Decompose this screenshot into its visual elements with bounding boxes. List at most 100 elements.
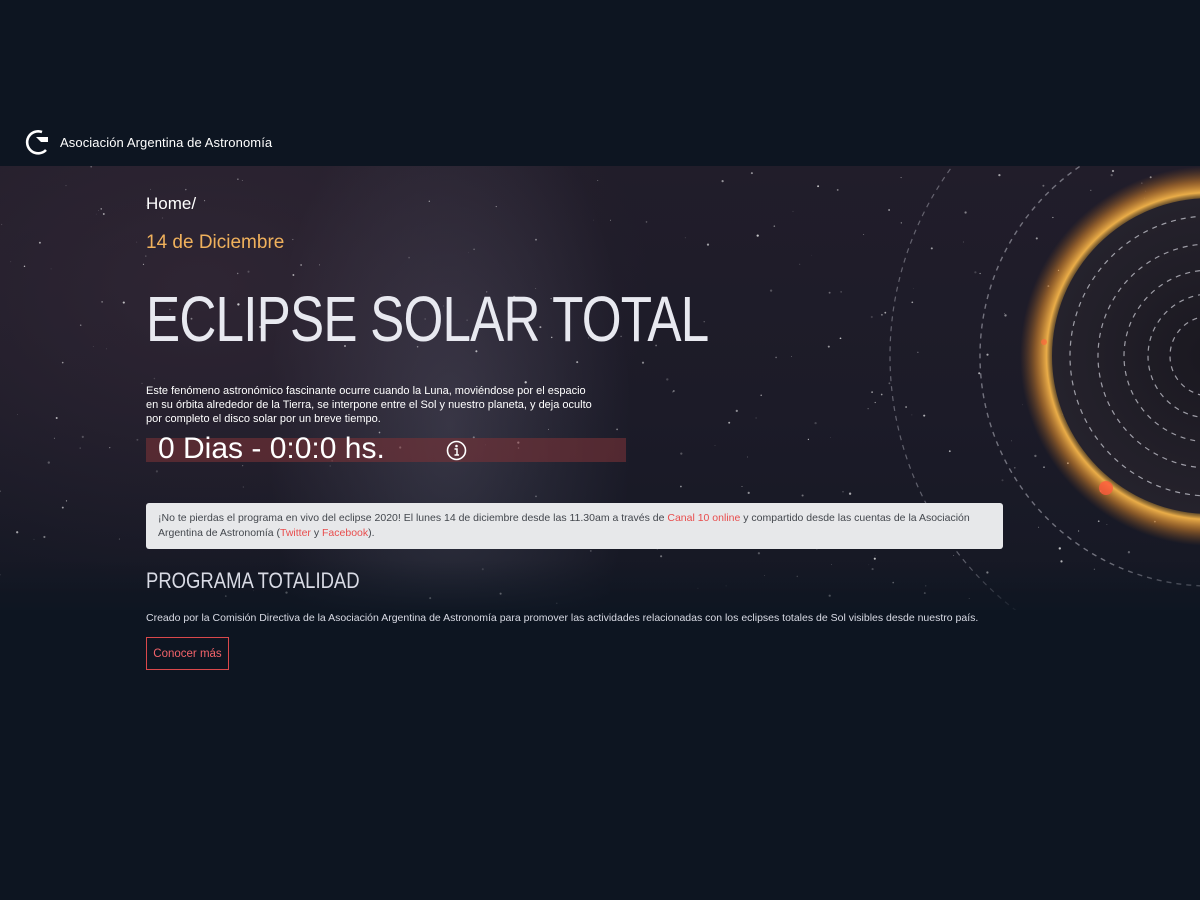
star <box>589 549 592 552</box>
intro-paragraph: Este fenómeno astronómico fascinante ocu… <box>146 385 592 425</box>
star <box>597 180 599 181</box>
star <box>23 265 26 268</box>
notice-text-before: ¡No te pierdas el programa en vivo del e… <box>158 512 668 524</box>
star <box>153 377 156 380</box>
star <box>641 361 645 364</box>
star <box>817 185 820 188</box>
star <box>714 445 716 447</box>
star <box>735 409 738 413</box>
star <box>79 324 82 326</box>
live-program-notice: ¡No te pierdas el programa en vivo del e… <box>146 503 1003 549</box>
site-header: Asociación Argentina de Astronomía <box>0 118 1200 166</box>
star <box>871 391 873 393</box>
star <box>757 552 761 555</box>
star <box>247 270 250 273</box>
star <box>79 447 81 449</box>
twitter-link[interactable]: Twitter <box>280 527 311 539</box>
star <box>319 264 320 266</box>
star <box>204 200 206 202</box>
star <box>807 438 810 441</box>
star <box>50 268 52 270</box>
star <box>610 219 611 221</box>
star <box>61 361 64 364</box>
star <box>874 401 876 404</box>
star <box>237 272 239 275</box>
facebook-link[interactable]: Facebook <box>322 527 368 539</box>
star <box>760 394 762 396</box>
page: Asociación Argentina de Astronomía Home/… <box>0 0 1200 900</box>
star <box>750 172 753 175</box>
star <box>155 470 158 473</box>
star <box>468 252 469 254</box>
breadcrumb: Home/ <box>146 194 196 214</box>
star <box>136 438 139 441</box>
star <box>65 500 68 502</box>
canal10-link[interactable]: Canal 10 online <box>667 512 740 524</box>
star <box>55 417 58 419</box>
breadcrumb-separator: / <box>191 194 197 213</box>
logo-icon <box>25 130 48 155</box>
star <box>122 301 125 304</box>
star <box>792 210 794 212</box>
star <box>17 414 18 415</box>
star <box>473 248 475 251</box>
star <box>801 494 804 497</box>
star <box>53 437 55 439</box>
star <box>660 555 663 558</box>
star <box>109 446 111 449</box>
star <box>755 417 757 419</box>
star <box>97 209 99 211</box>
star <box>706 243 710 246</box>
star <box>100 208 102 210</box>
star <box>791 356 792 357</box>
star <box>0 223 3 226</box>
star <box>576 361 579 364</box>
star <box>142 263 145 266</box>
learn-more-button[interactable]: Conocer más <box>146 637 229 670</box>
star <box>428 200 430 202</box>
star <box>672 390 675 392</box>
star <box>101 301 103 303</box>
star <box>848 492 852 495</box>
star <box>38 241 41 244</box>
star <box>242 486 244 488</box>
star <box>61 506 64 509</box>
star <box>829 437 831 439</box>
star <box>747 491 750 494</box>
star <box>828 291 831 294</box>
star <box>811 254 812 256</box>
star <box>81 435 84 438</box>
star <box>592 219 594 221</box>
star <box>92 346 94 348</box>
info-circle-icon[interactable] <box>446 440 467 461</box>
star <box>827 345 830 348</box>
star <box>95 213 97 215</box>
star <box>90 166 93 168</box>
star <box>33 538 35 540</box>
logo-link[interactable]: Asociación Argentina de Astronomía <box>24 125 272 159</box>
star <box>756 234 759 237</box>
star <box>775 356 777 359</box>
star <box>863 234 865 236</box>
notice-text-and: y <box>310 527 323 539</box>
star <box>666 378 669 381</box>
star <box>237 178 239 180</box>
star <box>0 490 1 492</box>
program-description: Creado por la Comisión Directiva de la A… <box>146 612 979 624</box>
star <box>728 421 731 424</box>
star <box>300 264 302 266</box>
star <box>747 456 748 458</box>
star <box>185 188 187 191</box>
star <box>680 485 682 488</box>
star <box>102 213 105 215</box>
star <box>535 495 537 498</box>
star <box>118 538 120 540</box>
star <box>645 221 648 223</box>
star <box>141 382 143 384</box>
star <box>150 188 151 190</box>
star <box>741 485 743 487</box>
star <box>870 315 873 319</box>
breadcrumb-home-link[interactable]: Home <box>146 194 191 213</box>
star <box>535 238 537 241</box>
star <box>43 535 46 539</box>
